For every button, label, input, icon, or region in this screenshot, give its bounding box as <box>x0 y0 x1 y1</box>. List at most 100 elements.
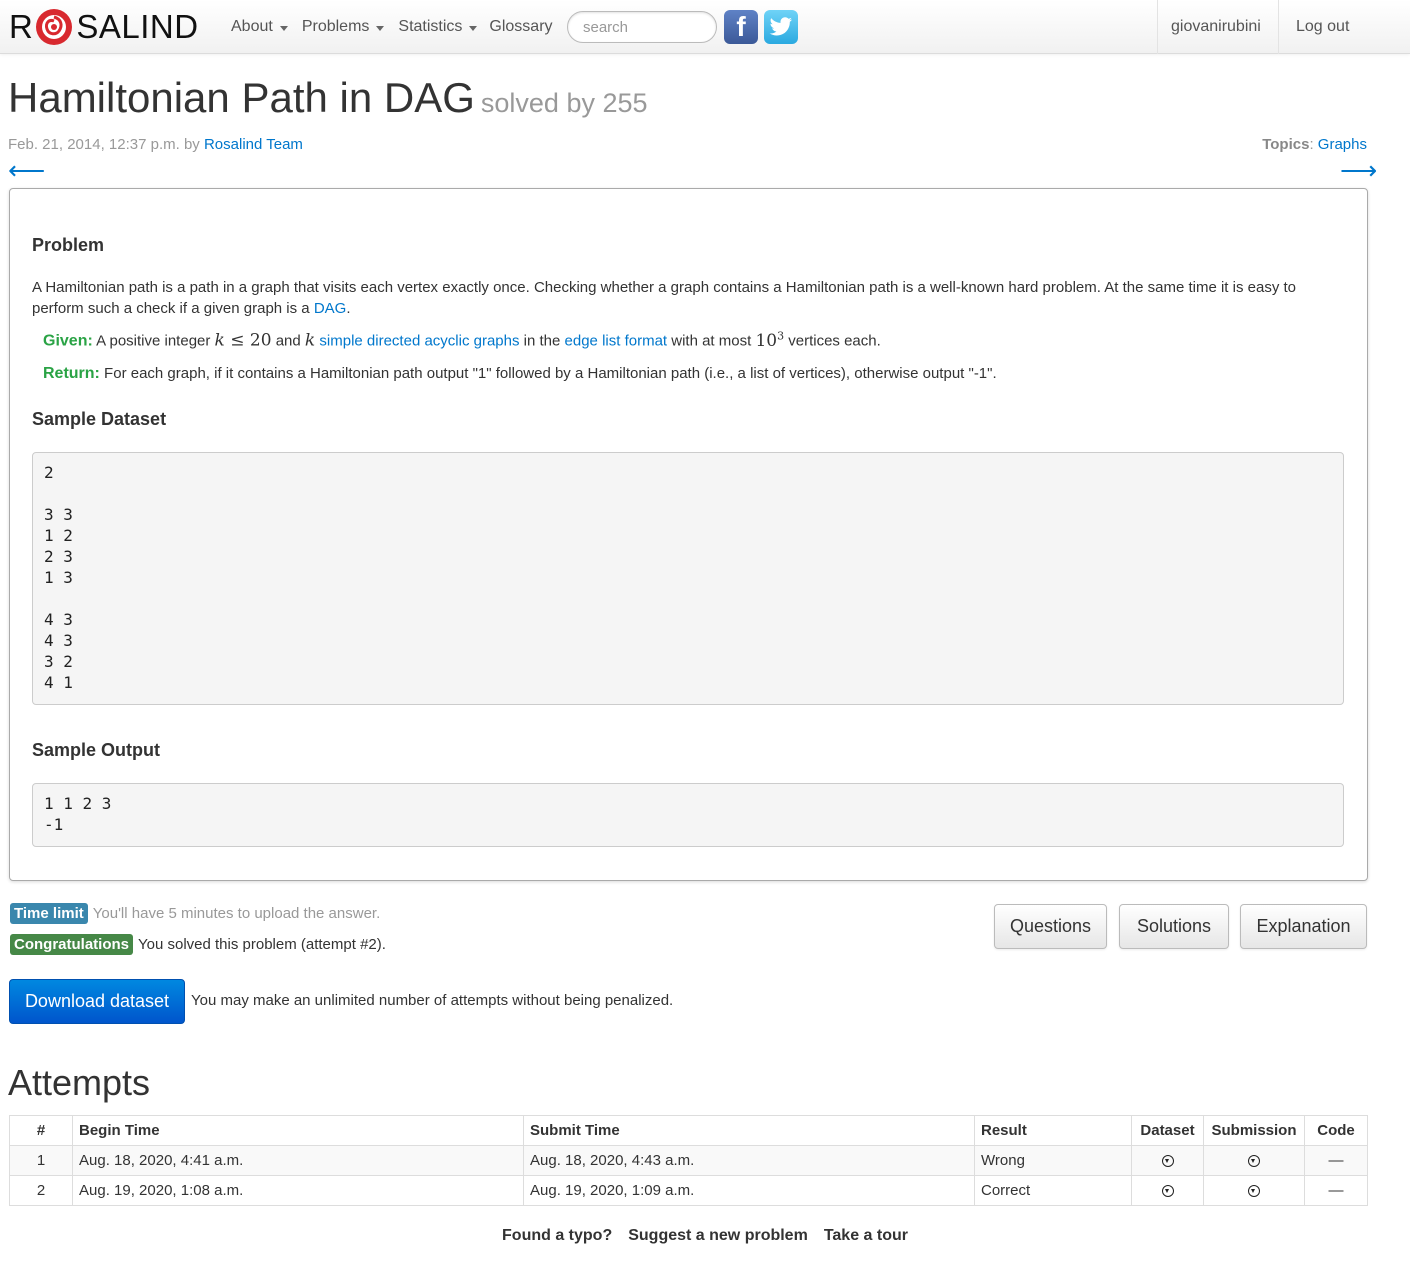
attempt-number: 1 <box>9 1145 73 1176</box>
sample-dataset-heading: Sample Dataset <box>32 409 167 429</box>
time-limit-text: You'll have 5 minutes to upload the answ… <box>92 905 381 922</box>
attempt-begin-time: Aug. 18, 2020, 4:41 a.m. <box>72 1145 524 1176</box>
math-k: k <box>304 330 316 351</box>
dataset-cell <box>1131 1175 1204 1206</box>
math-power: 103 <box>755 329 784 351</box>
math-power-base: 10 <box>755 330 778 351</box>
return-label: Return: <box>43 365 100 382</box>
download-dataset-icon[interactable] <box>1161 1185 1174 1198</box>
brand-text-right: SALIND <box>76 8 199 45</box>
download-submission-icon[interactable] <box>1248 1185 1260 1198</box>
problem-text: A Hamiltonian path is a path in a graph … <box>32 279 1296 317</box>
caret-down-icon <box>469 25 478 31</box>
math-le-20: ≤ 20 <box>224 330 272 351</box>
table-row: 2 Aug. 19, 2020, 1:08 a.m. Aug. 19, 2020… <box>9 1175 1368 1206</box>
questions-button[interactable]: Questions <box>994 904 1107 949</box>
logout-link[interactable]: Log out <box>1296 18 1349 36</box>
twitter-bird-icon <box>769 17 793 36</box>
suggest-problem-link[interactable]: Suggest a new problem <box>628 1227 808 1245</box>
logout-label: Log out <box>1296 18 1350 35</box>
publish-date: Feb. 21, 2014, 12:37 p.m. by <box>8 136 204 153</box>
given-text: A positive integer <box>92 332 215 350</box>
rosalind-logo[interactable]: R SALIND <box>9 6 199 48</box>
col-header-begin-time: Begin Time <box>72 1115 524 1146</box>
attempts-table: # Begin Time Submit Time Result Dataset … <box>9 1115 1368 1206</box>
given-text: with at most <box>667 332 756 350</box>
attempt-code: — <box>1304 1175 1368 1206</box>
download-dataset-button[interactable]: Download dataset <box>9 979 185 1024</box>
rosalind-rose-icon <box>36 9 73 45</box>
return-section: Return: For each graph, if it contains a… <box>43 365 997 383</box>
time-limit-badge: Time limit <box>10 903 88 924</box>
col-header-dataset: Dataset <box>1131 1115 1204 1146</box>
take-tour-link[interactable]: Take a tour <box>824 1227 908 1245</box>
download-submission-icon[interactable] <box>1248 1155 1260 1168</box>
nav-statistics-label: Statistics <box>398 18 463 35</box>
edge-list-format-link[interactable]: edge list format <box>565 333 668 350</box>
problem-box: Problem A Hamiltonian path is a path in … <box>9 188 1368 881</box>
math-k: k <box>214 330 225 351</box>
user-profile-link[interactable]: giovanirubini <box>1171 18 1261 36</box>
table-row: 1 Aug. 18, 2020, 4:41 a.m. Aug. 18, 2020… <box>9 1145 1368 1176</box>
problem-text-end: . <box>346 300 351 317</box>
given-section: Given: A positive integer k ≤ 20 and k s… <box>43 329 881 351</box>
attempt-number: 2 <box>9 1175 73 1206</box>
nav-problems[interactable]: Problems <box>302 18 385 36</box>
given-text: vertices each. <box>784 332 881 350</box>
congrats-badge: Congratulations <box>10 934 133 955</box>
topics-label: Topics <box>1262 136 1310 153</box>
username-label: giovanirubini <box>1171 18 1261 35</box>
col-header-code: Code <box>1304 1115 1368 1146</box>
given-text: in the <box>519 332 565 350</box>
col-header-number: # <box>9 1115 73 1146</box>
attempt-begin-time: Aug. 19, 2020, 1:08 a.m. <box>72 1175 524 1206</box>
solutions-button[interactable]: Solutions <box>1119 904 1229 949</box>
congrats-text: You solved this problem (attempt #2). <box>138 936 386 953</box>
col-header-submit-time: Submit Time <box>523 1115 975 1146</box>
facebook-icon[interactable]: f <box>724 10 758 44</box>
nav-divider <box>1278 0 1279 54</box>
explanation-button[interactable]: Explanation <box>1240 904 1367 949</box>
attempts-heading: Attempts <box>8 1062 151 1103</box>
topic-link-graphs[interactable]: Graphs <box>1318 136 1367 153</box>
given-text: and <box>271 332 305 350</box>
nav-problems-label: Problems <box>301 18 370 35</box>
nav-about-label: About <box>231 18 273 35</box>
time-limit-note: Time limit You'll have 5 minutes to uplo… <box>10 903 380 924</box>
dag-link[interactable]: DAG <box>314 300 347 317</box>
top-navbar: R SALIND About Problems Statistics Gloss… <box>0 0 1410 54</box>
nav-menu: About Problems Statistics Glossary <box>231 0 553 54</box>
problem-description: A Hamiltonian path is a path in a graph … <box>32 277 1332 319</box>
author-link[interactable]: Rosalind Team <box>204 136 303 153</box>
brand-text-left: R <box>9 8 34 45</box>
topics-separator: : <box>1309 136 1318 153</box>
search-input[interactable] <box>567 11 717 43</box>
submission-cell <box>1203 1145 1305 1176</box>
nav-glossary[interactable]: Glossary <box>489 18 552 36</box>
found-typo-link[interactable]: Found a typo? <box>502 1227 612 1245</box>
sample-output-heading: Sample Output <box>32 740 161 760</box>
nav-divider <box>1157 0 1158 54</box>
attempt-code: — <box>1304 1145 1368 1176</box>
download-note: You may make an unlimited number of atte… <box>191 992 674 1009</box>
solved-count: solved by 255 <box>480 88 648 118</box>
footer-links: Found a typo? Suggest a new problem Take… <box>0 1227 1410 1245</box>
topics: Topics: Graphs <box>1262 136 1367 153</box>
caret-down-icon <box>376 25 385 31</box>
caret-down-icon <box>279 25 288 31</box>
dataset-cell <box>1131 1145 1204 1176</box>
col-header-submission: Submission <box>1203 1115 1305 1146</box>
sample-dataset-block: 2 3 3 1 2 2 3 1 3 4 3 4 3 3 2 4 1 <box>32 452 1344 705</box>
prev-problem-arrow-icon[interactable]: ⟵ <box>8 157 45 183</box>
given-label: Given: <box>43 332 93 350</box>
download-dataset-icon[interactable] <box>1161 1155 1174 1168</box>
col-header-result: Result <box>974 1115 1132 1146</box>
twitter-icon[interactable] <box>764 10 798 44</box>
attempt-result: Wrong <box>974 1145 1132 1176</box>
nav-about[interactable]: About <box>231 18 288 36</box>
nav-statistics[interactable]: Statistics <box>398 18 478 36</box>
nav-glossary-label: Glossary <box>489 18 553 35</box>
next-problem-arrow-icon[interactable]: ⟶ <box>1340 157 1377 183</box>
problem-title: Hamiltonian Path in DAG <box>8 74 475 121</box>
dag-glossary-link[interactable]: simple directed acyclic graphs <box>319 333 519 350</box>
